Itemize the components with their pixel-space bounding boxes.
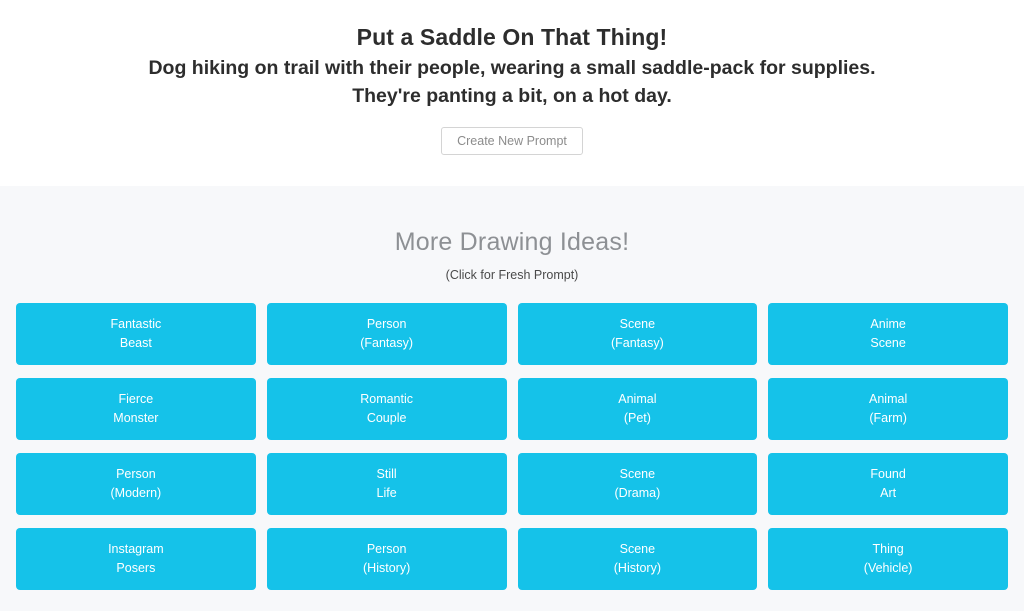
idea-tile[interactable]: Animal (Pet) <box>517 378 758 440</box>
prompt-hero-section: Put a Saddle On That Thing! Dog hiking o… <box>0 0 1024 186</box>
idea-tile-line-1: Romantic <box>360 391 414 406</box>
idea-tile-line-2: (History) <box>363 561 411 575</box>
idea-tile-line-1: Thing <box>872 541 904 556</box>
idea-tile-line-2: (Vehicle) <box>863 561 913 575</box>
idea-tile-line-2: Beast <box>119 336 152 350</box>
idea-tile[interactable]: Thing (Vehicle) <box>768 528 1008 590</box>
idea-tile-line-2: Couple <box>366 411 407 425</box>
idea-tile-line-2: Monster <box>113 411 159 425</box>
idea-tile-line-2: (History) <box>613 561 661 575</box>
prompt-description-line-1: Dog hiking on trail with their people, w… <box>148 57 876 80</box>
idea-tile[interactable]: Found Art <box>768 453 1008 515</box>
ideas-subheading: (Click for Fresh Prompt) <box>445 268 579 282</box>
new-prompt-button-container: Create New Prompt <box>0 126 1024 156</box>
idea-tile-line-2: (Modern) <box>110 486 162 500</box>
idea-tile[interactable]: Fierce Monster <box>16 378 256 440</box>
idea-tile-line-2: (Farm) <box>869 411 907 425</box>
idea-tile[interactable]: Person (Modern) <box>16 453 256 515</box>
idea-tile-line-2: Life <box>376 486 397 500</box>
idea-tile[interactable]: Fantastic Beast <box>16 303 256 365</box>
idea-tile[interactable]: Anime Scene <box>768 303 1008 365</box>
idea-tile-line-1: Animal <box>869 391 908 406</box>
prompt-description-line-2: They're panting a bit, on a hot day. <box>352 85 672 108</box>
idea-tile-line-1: Instagram <box>108 541 164 556</box>
idea-tile-line-2: Scene <box>870 336 906 350</box>
idea-tile[interactable]: Scene (Drama) <box>517 453 758 515</box>
idea-tile-line-2: (Fantasy) <box>360 336 414 350</box>
idea-tile-line-1: Scene <box>619 316 656 331</box>
more-drawing-ideas-section: More Drawing Ideas! (Click for Fresh Pro… <box>0 186 1024 611</box>
idea-tile-line-1: Person <box>116 466 156 481</box>
idea-tile-line-1: Scene <box>619 466 656 481</box>
idea-tile[interactable]: Instagram Posers <box>16 528 256 590</box>
idea-tile-line-1: Scene <box>619 541 656 556</box>
idea-tile-line-2: Posers <box>116 561 156 575</box>
idea-tile[interactable]: Scene (History) <box>517 528 758 590</box>
idea-tile-line-1: Found <box>870 466 906 481</box>
idea-tile-grid: Fantastic Beast Person (Fantasy) Scene (Fanta… <box>16 303 1008 590</box>
ideas-heading: More Drawing Ideas! <box>394 228 630 256</box>
idea-tile[interactable]: Person (Fantasy) <box>266 303 507 365</box>
idea-tile[interactable]: Still Life <box>266 453 507 515</box>
create-new-prompt-button[interactable]: Create New Prompt <box>441 126 583 156</box>
prompt-description: Dog hiking on trail with their people, w… <box>0 55 1024 110</box>
idea-tile-line-1: Still <box>376 466 397 481</box>
idea-tile[interactable]: Person (History) <box>266 528 507 590</box>
page-title: Put a Saddle On That Thing! <box>356 24 668 50</box>
idea-tile-line-2: (Fantasy) <box>610 336 664 350</box>
idea-tile-line-1: Fantastic <box>110 316 162 331</box>
idea-tile[interactable]: Scene (Fantasy) <box>517 303 758 365</box>
idea-tile[interactable]: Romantic Couple <box>266 378 507 440</box>
idea-tile-line-2: Art <box>880 486 897 500</box>
idea-tile-line-1: Person <box>366 541 407 556</box>
idea-tile-line-2: (Pet) <box>623 411 651 425</box>
idea-tile-line-1: Fierce <box>118 391 154 406</box>
idea-tile-line-2: (Drama) <box>614 486 661 500</box>
idea-tile-line-1: Animal <box>618 391 657 406</box>
idea-tile-line-1: Anime <box>870 316 906 331</box>
idea-tile[interactable]: Animal (Farm) <box>768 378 1008 440</box>
idea-tile-line-1: Person <box>366 316 407 331</box>
